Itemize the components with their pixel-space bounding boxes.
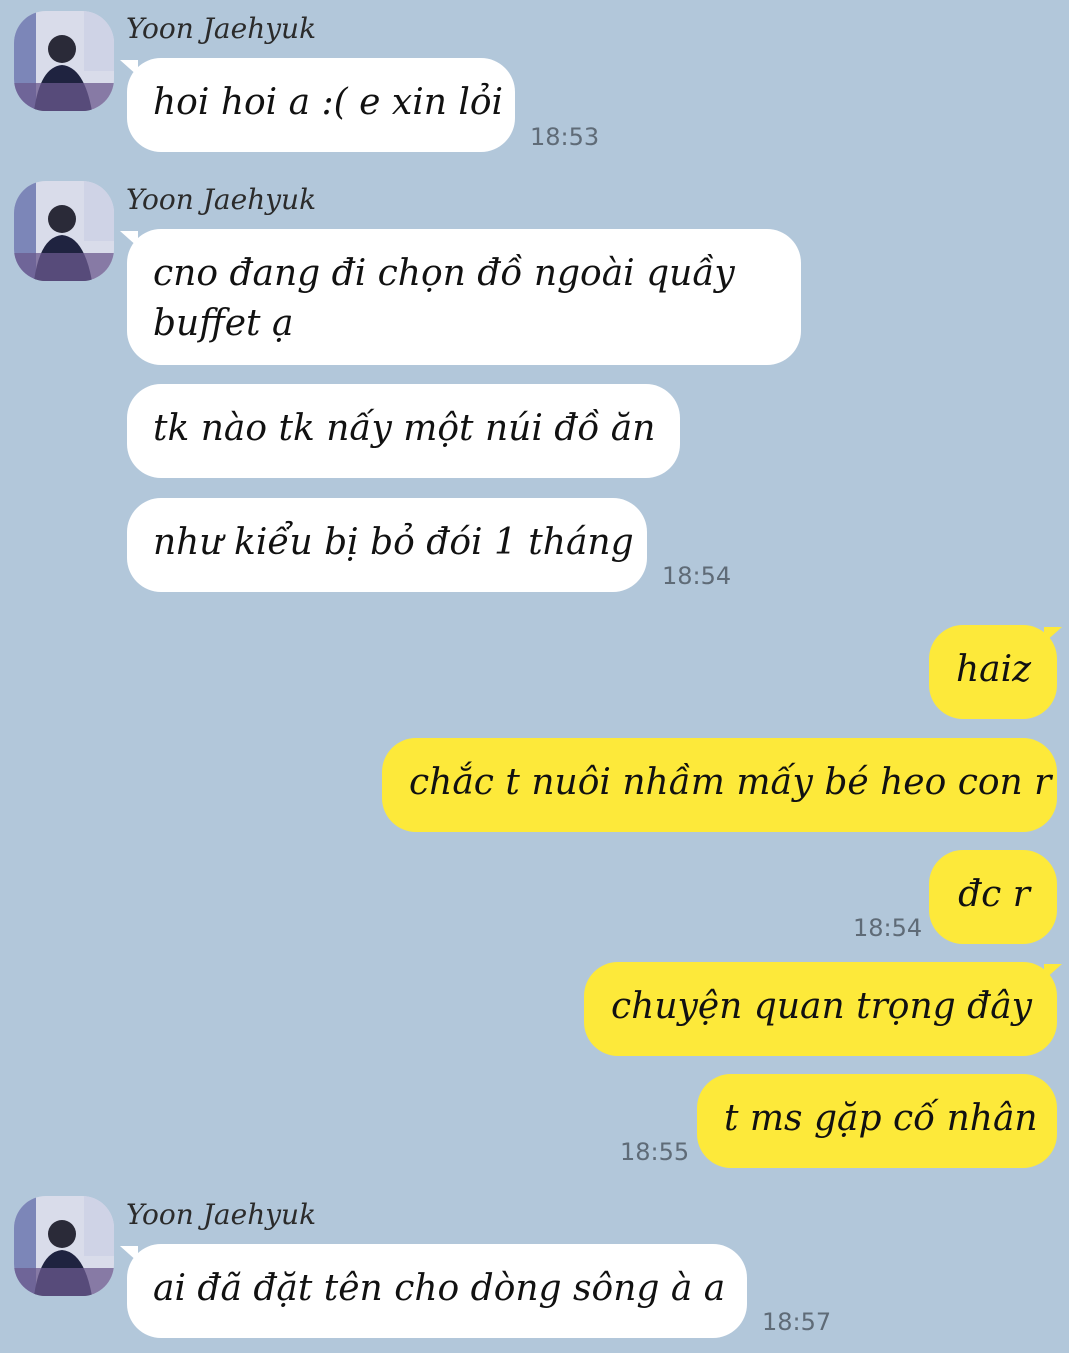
- message-timestamp: 18:54: [853, 914, 923, 942]
- message-timestamp: 18:53: [530, 123, 600, 151]
- message-timestamp: 18:54: [662, 562, 732, 590]
- avatar[interactable]: [14, 11, 114, 111]
- message-timestamp: 18:57: [762, 1308, 832, 1336]
- message-bubble[interactable]: ai đã đặt tên cho dòng sông à a: [127, 1244, 747, 1338]
- profile-photo-icon: [14, 181, 114, 281]
- avatar[interactable]: [14, 181, 114, 281]
- message-timestamp: 18:55: [620, 1138, 690, 1166]
- profile-photo-icon: [14, 1196, 114, 1296]
- avatar[interactable]: [14, 1196, 114, 1296]
- message-bubble[interactable]: như kiểu bị bỏ đói 1 tháng: [127, 498, 647, 592]
- message-bubble[interactable]: chuyện quan trọng đây: [584, 962, 1057, 1056]
- message-bubble[interactable]: chắc t nuôi nhầm mấy bé heo con r: [382, 738, 1057, 832]
- message-bubble[interactable]: t ms gặp cố nhân: [697, 1074, 1057, 1168]
- sender-name: Yoon Jaehyuk: [126, 1198, 317, 1231]
- message-bubble[interactable]: hoi hoi a :( e xin lỏi: [127, 58, 515, 152]
- message-bubble[interactable]: haiz: [929, 625, 1057, 719]
- message-bubble[interactable]: đc r: [929, 850, 1057, 944]
- message-bubble[interactable]: cno đang đi chọn đồ ngoài quầy buffet ạ: [127, 229, 801, 365]
- sender-name: Yoon Jaehyuk: [126, 183, 317, 216]
- profile-photo-icon: [14, 11, 114, 111]
- sender-name: Yoon Jaehyuk: [126, 12, 317, 45]
- message-bubble[interactable]: tk nào tk nấy một núi đồ ăn: [127, 384, 680, 478]
